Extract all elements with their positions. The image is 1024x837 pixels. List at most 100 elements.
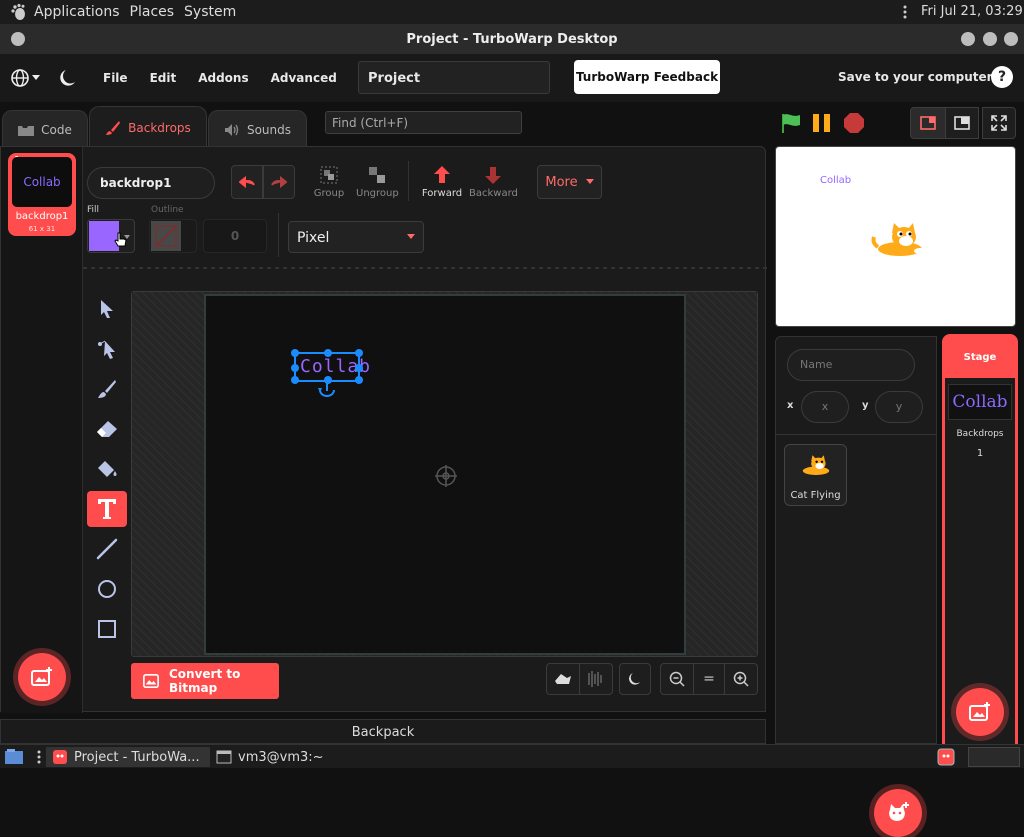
selection-handle[interactable] [355,376,363,384]
undo-button[interactable] [231,165,263,199]
system-menu[interactable]: System [184,4,246,20]
find-input[interactable]: Find (Ctrl+F) [325,111,522,134]
green-flag-icon[interactable] [780,112,802,134]
code-icon [18,124,35,136]
gnome-foot-icon[interactable] [10,3,28,21]
show-desktop-button[interactable] [4,747,24,767]
taskbar-item-terminal-label: vm3@vm3:~ [238,749,324,765]
reshape-tool[interactable] [87,331,127,367]
group-button[interactable]: Group [311,165,347,199]
tray-turbowarp-icon[interactable] [937,747,955,767]
sprite-name-input[interactable]: Name [787,349,915,381]
maximize-button[interactable] [983,32,997,46]
add-backdrop-button[interactable] [18,653,66,701]
eraser-tool[interactable] [87,411,127,447]
rectangle-tool[interactable] [87,611,127,647]
pause-icon[interactable] [812,112,832,134]
canvas-theme-button[interactable] [619,663,651,695]
feedback-button[interactable]: TurboWarp Feedback [574,60,720,94]
font-select[interactable]: Pixel [288,221,424,253]
more-button[interactable]: More [537,165,602,199]
backdrop-list: 1 Collab backdrop1 61 x 31 [1,147,83,713]
sprite-y-input[interactable]: y [875,391,923,423]
help-button[interactable]: ? [991,66,1013,88]
fill-color-picker[interactable] [87,219,135,253]
selection-handle[interactable] [291,376,299,384]
stop-icon[interactable] [843,112,865,134]
menu-file[interactable]: File [92,71,139,85]
project-title-input[interactable]: Project [358,61,550,94]
undo-icon [239,176,255,188]
costume-name-input[interactable]: backdrop1 [87,167,215,199]
tab-code[interactable]: Code [2,110,88,148]
outline-color-picker[interactable] [149,219,197,253]
large-stage-button[interactable] [945,107,979,139]
sprite-tile[interactable]: Cat Flying [784,444,847,506]
outline-width-input[interactable]: 0 [203,219,267,253]
redo-button[interactable] [263,165,295,199]
forward-button[interactable]: Forward [421,165,463,199]
clock[interactable]: Fri Jul 21, 03:29 [921,4,1023,19]
selection-handle[interactable] [291,364,299,372]
line-icon [96,538,118,560]
zoom-in-button[interactable] [724,663,758,695]
menu-advanced[interactable]: Advanced [260,71,348,85]
convert-to-bitmap-button[interactable]: Convert to Bitmap [131,663,279,699]
antialias-button[interactable] [579,663,613,695]
taskbar-item-terminal[interactable]: vm3@vm3:~ [216,747,324,767]
fullscreen-button[interactable] [982,107,1016,139]
backward-button[interactable]: Backward [469,165,518,199]
sprite-tile-name: Cat Flying [790,490,841,501]
selection-handle[interactable] [324,349,332,357]
menu-edit[interactable]: Edit [139,71,188,85]
taskbar-item-turbowarp-label: Project - TurboWa... [74,749,200,765]
add-sprite-button[interactable] [874,789,922,837]
tab-sounds[interactable]: Sounds [208,110,307,148]
rotate-handle-icon[interactable] [317,382,337,398]
brush-tool[interactable] [87,371,127,407]
chevron-down-icon [407,234,415,239]
selection-handle[interactable] [355,364,363,372]
zoom-out-button[interactable] [660,663,694,695]
taskbar-item-turbowarp[interactable]: Project - TurboWa... [46,747,210,767]
selection-handle[interactable] [291,349,299,357]
font-select-value: Pixel [297,230,330,246]
backdrop-tile-selected[interactable]: 1 Collab backdrop1 61 x 31 [8,153,76,236]
backpack-bar[interactable]: Backpack [0,719,766,744]
language-globe-icon[interactable] [10,68,40,88]
paint-canvas[interactable]: Collab [204,294,686,655]
canvas-text-selection[interactable]: Collab [291,349,370,384]
stage-preview[interactable]: Collab [775,146,1016,327]
line-tool[interactable] [87,531,127,567]
select-tool[interactable] [87,291,127,327]
window-menu-button[interactable] [11,32,25,46]
stage-pane-body: Collab Backdrops 1 [945,378,1015,744]
add-backdrop-icon [969,702,990,721]
text-tool[interactable] [87,491,127,527]
sprite-y-placeholder: y [895,400,903,413]
close-button[interactable] [1004,32,1018,46]
workspace-switcher[interactable] [968,747,1020,767]
theme-moon-icon[interactable] [60,69,76,87]
small-stage-button[interactable] [910,107,946,139]
minimize-button[interactable] [961,32,975,46]
tab-backdrops-label: Backdrops [128,120,191,135]
stage-selector-pane[interactable]: Stage Collab Backdrops 1 [942,334,1018,744]
applications-menu[interactable]: Applications [34,4,130,20]
tab-backdrops[interactable]: Backdrops [89,106,207,148]
add-backdrop-stage-button[interactable] [956,688,1004,736]
sprite-x-input[interactable]: x [801,391,849,423]
zoom-reset-button[interactable]: = [693,663,725,695]
window-titlebar[interactable]: Project - TurboWarp Desktop [0,24,1024,54]
ungroup-button[interactable]: Ungroup [356,165,399,199]
save-to-computer-button[interactable]: Save to your computer [838,70,993,84]
sprite-name-placeholder: Name [800,358,833,371]
menu-addons[interactable]: Addons [187,71,259,85]
pixelate-button[interactable] [546,663,580,695]
bottom-taskbar: Project - TurboWa... vm3@vm3:~ [0,744,1024,768]
brush-icon [98,380,116,398]
fill-tool[interactable] [87,451,127,487]
circle-tool[interactable] [87,571,127,607]
selection-handle[interactable] [355,349,363,357]
places-menu[interactable]: Places [130,4,185,20]
